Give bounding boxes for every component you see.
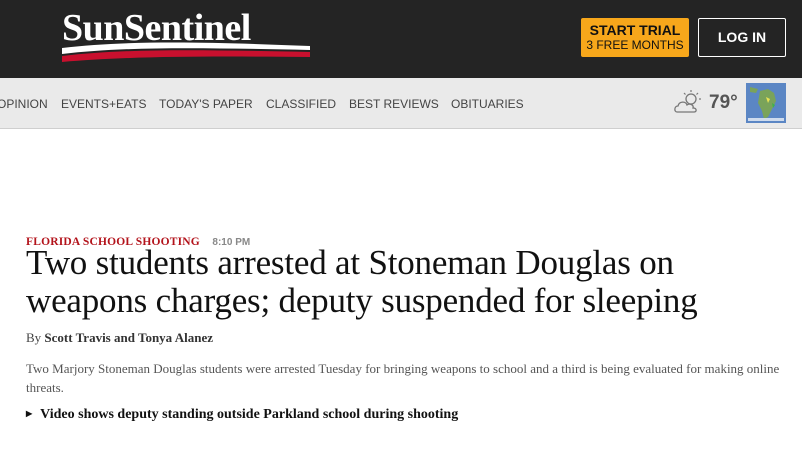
- free-months-label: 3 FREE MONTHS: [586, 38, 684, 52]
- triangle-right-icon: ▶: [26, 409, 33, 418]
- radar-map-icon: [746, 83, 786, 123]
- related-video-link[interactable]: ▶ Video shows deputy standing outside Par…: [26, 407, 458, 423]
- partly-cloudy-icon[interactable]: [673, 90, 705, 116]
- logo-swoosh-icon: [62, 42, 310, 62]
- nav-item-best-reviews[interactable]: BEST REVIEWS: [349, 97, 439, 111]
- sun-sentinel-logo[interactable]: SunSentinel: [60, 6, 316, 68]
- related-link-text: Video shows deputy standing outside Park…: [40, 407, 459, 422]
- top-bar: SunSentinel START TRIAL 3 FREE MONTHS LO…: [0, 0, 802, 78]
- byline-authors[interactable]: Scott Travis and Tonya Alanez: [44, 330, 213, 345]
- login-button[interactable]: LOG IN: [698, 18, 786, 57]
- start-trial-button[interactable]: START TRIAL 3 FREE MONTHS: [581, 18, 689, 57]
- nav-item-events-eats[interactable]: EVENTS+EATS: [61, 97, 146, 111]
- article-headline[interactable]: Two students arrested at Stoneman Dougla…: [26, 244, 796, 320]
- nav-item-opinion[interactable]: OPINION: [0, 97, 48, 111]
- temperature-readout[interactable]: 79°: [709, 92, 738, 114]
- byline: By Scott Travis and Tonya Alanez: [26, 330, 213, 346]
- byline-prefix: By: [26, 330, 42, 345]
- weather-radar-thumbnail[interactable]: [746, 83, 786, 123]
- nav-item-todays-paper[interactable]: TODAY'S PAPER: [159, 97, 253, 111]
- nav-item-obituaries[interactable]: OBITUARIES: [451, 97, 524, 111]
- nav-item-classified[interactable]: CLASSIFIED: [266, 97, 336, 111]
- article-summary: Two Marjory Stoneman Douglas students we…: [26, 361, 780, 395]
- start-trial-label: START TRIAL: [589, 22, 681, 38]
